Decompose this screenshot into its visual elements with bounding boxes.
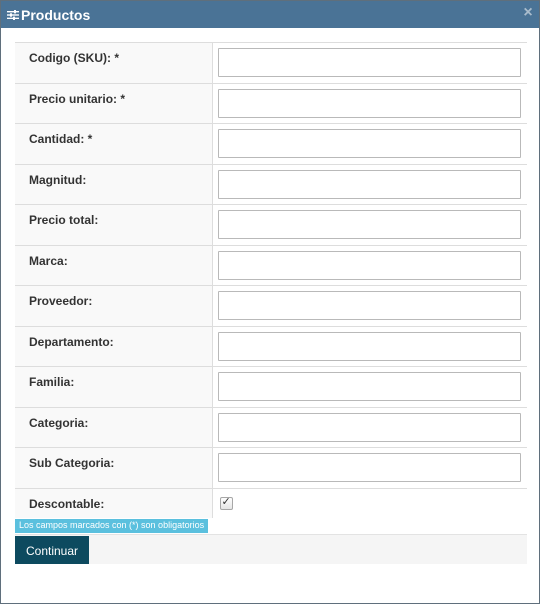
form-row: Cantidad: * (15, 123, 527, 164)
field-input-cell (212, 244, 527, 286)
dialog-titlebar[interactable]: Productos × (1, 1, 539, 28)
dialog-title: Productos (21, 6, 91, 23)
required-fields-note: Los campos marcados con (*) son obligato… (15, 519, 209, 533)
field-input-departamento[interactable] (217, 331, 521, 361)
field-input-magnitud[interactable] (217, 169, 521, 199)
form-row: Proveedor: (15, 285, 527, 326)
field-label-proveedor: Proveedor: (15, 285, 213, 326)
field-input-cell (212, 163, 527, 205)
field-label-cantidad: Cantidad: * (15, 123, 213, 164)
form-row: Precio total: (15, 204, 527, 245)
field-checkbox-cell: ✓ (212, 487, 527, 518)
field-label-departamento: Departamento: (15, 325, 213, 367)
form-row: Categoria: (15, 406, 527, 448)
close-icon[interactable]: × (521, 5, 535, 21)
continue-button[interactable]: Continuar (15, 536, 89, 564)
field-input-precio-unitario[interactable] (217, 88, 521, 118)
field-input-cell (212, 204, 527, 245)
field-input-marca[interactable] (217, 250, 521, 280)
field-input-categoria[interactable] (217, 412, 521, 442)
form-row: Marca: (15, 244, 527, 286)
field-input-cell (212, 325, 527, 367)
field-label-familia: Familia: (15, 366, 213, 407)
field-input-cell (212, 285, 527, 326)
form-row: Departamento: (15, 325, 527, 367)
field-input-proveedor[interactable] (217, 291, 521, 320)
form-row: Magnitud: (15, 163, 527, 205)
form-row-descontable: Descontable: ✓ (15, 487, 527, 518)
form-footer: Continuar (15, 534, 527, 564)
product-form-table: Codigo (SKU): * Precio unitario: * Cantida… (15, 42, 527, 518)
field-label-categoria: Categoria: (15, 406, 213, 448)
field-input-cell (212, 366, 527, 407)
form-row: Familia: (15, 366, 527, 407)
field-input-cell (212, 123, 527, 164)
field-label-descontable: Descontable: (15, 487, 213, 518)
form-container: Codigo (SKU): * Precio unitario: * Cantida… (15, 42, 527, 518)
field-label-precio-unitario: Precio unitario: * (15, 82, 213, 124)
field-input-cantidad[interactable] (217, 129, 521, 158)
form-row: Codigo (SKU): * (15, 42, 527, 83)
field-input-cell (212, 42, 527, 83)
field-label-magnitud: Magnitud: (15, 163, 213, 205)
form-row: Sub Categoria: (15, 447, 527, 488)
productos-dialog: Productos × Codigo (SKU): * Precio unitar… (0, 0, 540, 604)
field-input-codigo-sku[interactable] (217, 48, 521, 77)
field-label-codigo-sku: Codigo (SKU): * (15, 42, 213, 83)
field-input-cell (212, 406, 527, 448)
field-input-cell (212, 82, 527, 124)
form-row: Precio unitario: * (15, 82, 527, 124)
sliders-icon (7, 9, 19, 20)
field-input-familia[interactable] (217, 372, 521, 401)
field-label-marca: Marca: (15, 244, 213, 286)
field-input-cell (212, 447, 527, 488)
field-input-sub-categoria[interactable] (217, 453, 521, 482)
field-label-precio-total: Precio total: (15, 204, 213, 245)
descontable-checkbox[interactable]: ✓ (219, 495, 233, 510)
field-label-sub-categoria: Sub Categoria: (15, 447, 213, 488)
checkmark-icon: ✓ (221, 495, 231, 508)
field-input-precio-total[interactable] (217, 210, 521, 239)
